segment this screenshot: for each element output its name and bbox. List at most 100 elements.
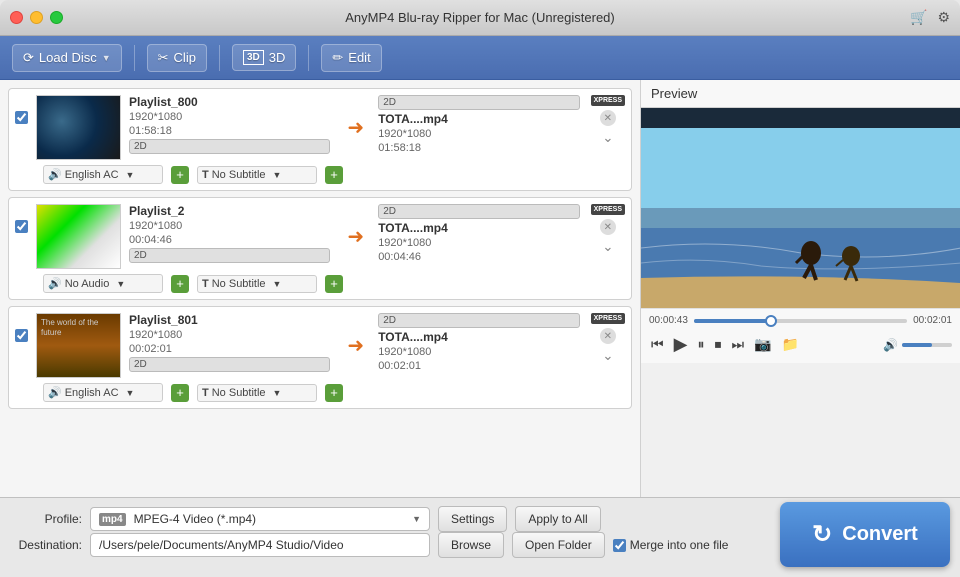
playlist-item-1: Playlist_800 1920*1080 01:58:18 2D ➜ 2D …: [8, 88, 632, 191]
preview-controls: 00:00:43 00:02:01 ⏮ ▶ ⏸ ⏹ ⏭ 📷 📁 🔊: [641, 308, 960, 363]
load-disc-icon: ⟳: [23, 50, 34, 66]
pause-button[interactable]: ⏸: [695, 334, 706, 355]
progress-bar-container: 00:00:43 00:02:01: [649, 315, 952, 326]
item-2-close-button[interactable]: ✕: [600, 219, 616, 235]
settings-icon[interactable]: ⚙: [937, 9, 950, 26]
playlist-item-2: Playlist_2 1920*1080 00:04:46 2D ➜ 2D TO…: [8, 197, 632, 300]
prev-button[interactable]: ⏮: [649, 334, 666, 355]
play-button[interactable]: ▶: [672, 332, 690, 357]
app-title: AnyMP4 Blu-ray Ripper for Mac (Unregiste…: [345, 10, 614, 25]
item-2-audio-select[interactable]: 🔊 No Audio ▼: [43, 274, 163, 293]
convert-icon: ↻: [812, 520, 832, 549]
item-1-res-out: 1920*1080: [378, 128, 582, 140]
item-2-res-in: 1920*1080: [129, 220, 333, 232]
preview-svg: [641, 108, 960, 308]
browse-button[interactable]: Browse: [438, 532, 504, 558]
volume-track[interactable]: [902, 343, 952, 347]
profile-icon: mp4: [99, 513, 126, 526]
destination-label: Destination:: [12, 538, 82, 552]
item-3-expand-button[interactable]: ⌄: [602, 348, 613, 364]
cart-icon[interactable]: 🛒: [910, 9, 927, 26]
item-3-arrow: ➜: [347, 333, 364, 358]
merge-checkbox[interactable]: [613, 539, 626, 552]
item-1-format-in: 2D: [129, 139, 330, 154]
clip-icon: ✂: [158, 50, 169, 66]
item-3-dur-in: 00:02:01: [129, 343, 333, 355]
audio-dropdown-arrow: ▼: [126, 170, 135, 180]
item-1-bottom: 🔊 English AC ▼ + T No Subtitle ▼ +: [43, 165, 625, 184]
3d-button[interactable]: 3D 3D: [232, 44, 296, 71]
item-3-format-in: 2D: [129, 357, 330, 372]
item-3-name: Playlist_801: [129, 313, 333, 327]
minimize-button[interactable]: [30, 11, 43, 24]
item-2-dur-in: 00:04:46: [129, 234, 333, 246]
volume-container: 🔊: [883, 338, 952, 352]
item-3-audio-select[interactable]: 🔊 English AC ▼: [43, 383, 163, 402]
item-1-dur-out: 01:58:18: [378, 142, 582, 154]
subtitle-icon-3: T: [202, 387, 209, 399]
item-2-subtitle-select[interactable]: T No Subtitle ▼: [197, 275, 317, 293]
item-1-add-subtitle-button[interactable]: +: [325, 166, 343, 184]
item-3-checkbox[interactable]: [15, 329, 28, 342]
item-3-controls: XPRESS ✕ ⌄: [591, 313, 625, 364]
title-bar-icons: 🛒 ⚙: [910, 9, 950, 26]
preview-video: [641, 108, 960, 308]
next-button[interactable]: ⏭: [729, 334, 746, 355]
item-3-thumbnail: The world of the future: [36, 313, 121, 378]
merge-checkbox-container: Merge into one file: [613, 538, 729, 552]
item-3-subtitle-select[interactable]: T No Subtitle ▼: [197, 384, 317, 402]
item-2-checkbox[interactable]: [15, 220, 28, 233]
progress-thumb[interactable]: [765, 315, 777, 327]
bottom-container: Profile: mp4 MPEG-4 Video (*.mp4) ▼ Sett…: [0, 497, 960, 577]
progress-track[interactable]: [694, 319, 907, 323]
item-2-controls: XPRESS ✕ ⌄: [591, 204, 625, 255]
toolbar-divider-2: [219, 45, 220, 71]
edit-button[interactable]: ✏ Edit: [321, 44, 381, 72]
item-3-add-audio-button[interactable]: +: [171, 384, 189, 402]
audio-dropdown-arrow-2: ▼: [116, 279, 125, 289]
profile-select[interactable]: mp4 MPEG-4 Video (*.mp4) ▼: [90, 507, 430, 531]
preview-area: Preview: [640, 80, 960, 497]
item-3-add-subtitle-button[interactable]: +: [325, 384, 343, 402]
open-folder-button[interactable]: 📁: [780, 334, 801, 355]
item-2-expand-button[interactable]: ⌄: [602, 239, 613, 255]
merge-label: Merge into one file: [630, 538, 729, 552]
load-disc-button[interactable]: ⟳ Load Disc ▼: [12, 44, 122, 72]
item-2-add-subtitle-button[interactable]: +: [325, 275, 343, 293]
edit-icon: ✏: [332, 50, 343, 66]
item-1-audio-select[interactable]: 🔊 English AC ▼: [43, 165, 163, 184]
item-2-xpress: XPRESS: [591, 204, 625, 215]
item-1-expand-button[interactable]: ⌄: [602, 130, 613, 146]
subtitle-icon: T: [202, 169, 209, 181]
settings-button[interactable]: Settings: [438, 506, 507, 532]
item-3-res-in: 1920*1080: [129, 329, 333, 341]
maximize-button[interactable]: [50, 11, 63, 24]
item-2-arrow: ➜: [347, 224, 364, 249]
open-folder-btn[interactable]: Open Folder: [512, 532, 605, 558]
playlist-area[interactable]: Playlist_800 1920*1080 01:58:18 2D ➜ 2D …: [0, 80, 640, 497]
item-1-format-out: 2D: [378, 95, 579, 110]
screenshot-button[interactable]: 📷: [752, 334, 773, 355]
apply-to-all-button[interactable]: Apply to All: [515, 506, 600, 532]
destination-input[interactable]: /Users/pele/Documents/AnyMP4 Studio/Vide…: [90, 533, 430, 557]
audio-icon-2: 🔊: [48, 277, 62, 290]
item-1-info: Playlist_800 1920*1080 01:58:18 2D: [129, 95, 333, 154]
stop-button[interactable]: ⏹: [712, 334, 723, 355]
current-time: 00:00:43: [649, 315, 688, 326]
item-2-info: Playlist_2 1920*1080 00:04:46 2D: [129, 204, 333, 263]
item-3-close-button[interactable]: ✕: [600, 328, 616, 344]
volume-fill: [902, 343, 932, 347]
item-1-dur-in: 01:58:18: [129, 125, 333, 137]
close-button[interactable]: [10, 11, 23, 24]
item-2-add-audio-button[interactable]: +: [171, 275, 189, 293]
item-1-subtitle-select[interactable]: T No Subtitle ▼: [197, 166, 317, 184]
convert-button[interactable]: ↻ Convert: [780, 502, 950, 567]
title-bar: AnyMP4 Blu-ray Ripper for Mac (Unregiste…: [0, 0, 960, 36]
item-1-add-audio-button[interactable]: +: [171, 166, 189, 184]
audio-dropdown-arrow-3: ▼: [126, 388, 135, 398]
clip-button[interactable]: ✂ Clip: [147, 44, 207, 72]
item-1-close-button[interactable]: ✕: [600, 110, 616, 126]
item-1-checkbox[interactable]: [15, 111, 28, 124]
item-1-output-name: TOTA....mp4: [378, 112, 582, 126]
item-1-name: Playlist_800: [129, 95, 333, 109]
